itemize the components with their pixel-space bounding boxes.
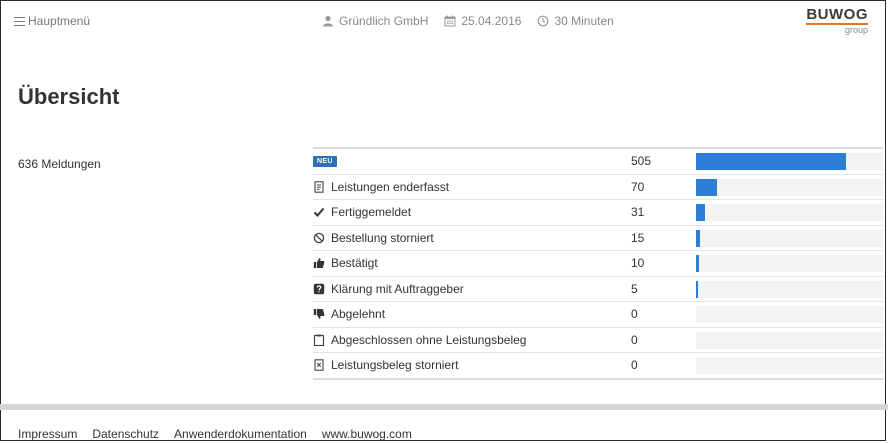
status-row[interactable]: NEU 505: [313, 149, 883, 175]
status-label-text: Leistungsbeleg storniert: [331, 358, 459, 373]
status-label-text: Abgelehnt: [331, 307, 386, 322]
status-row[interactable]: Bestätigt 10: [313, 251, 883, 277]
footer-link[interactable]: Datenschutz: [92, 427, 159, 441]
status-label: NEU: [313, 149, 337, 174]
status-label: Klärung mit Auftraggeber: [313, 277, 464, 302]
buwog-logo: BUWOG group: [806, 7, 868, 36]
thumbs-down-icon: [313, 308, 325, 320]
status-row[interactable]: Abgelehnt 0: [313, 302, 883, 328]
status-count: 15: [631, 230, 645, 245]
status-row[interactable]: Leistungsbeleg storniert 0: [313, 353, 883, 378]
status-count: 70: [631, 179, 645, 194]
footer-link[interactable]: Anwenderdokumentation: [174, 427, 307, 441]
status-bar-fill: [696, 280, 698, 298]
status-row[interactable]: Fertiggemeldet 31: [313, 200, 883, 226]
logo-brand: BUWOG: [806, 6, 868, 23]
new-badge: NEU: [313, 155, 337, 167]
status-label: Bestätigt: [313, 251, 378, 276]
status-bar-fill: [696, 255, 699, 272]
status-count: 0: [631, 358, 638, 373]
document-check-icon: [313, 181, 325, 193]
status-bar-fill: [696, 229, 700, 247]
main-menu-label: Hauptmenü: [28, 14, 91, 28]
status-row[interactable]: Abgeschlossen ohne Leistungsbeleg 0: [313, 328, 883, 353]
status-bar-fill: [696, 204, 706, 221]
session-info: Gründlich GmbH 25.04.2016 30 Minuten: [322, 14, 624, 28]
top-bar: Hauptmenü Gründlich GmbH 25.04.2016 30 M…: [0, 0, 888, 42]
status-bar-track: [696, 280, 883, 298]
user-icon: [323, 15, 333, 27]
message-count: 636 Meldungen: [18, 157, 101, 171]
status-count: 10: [631, 256, 645, 271]
status-bar-track: [696, 255, 883, 272]
clock-icon: [538, 15, 549, 27]
footer-divider: [0, 404, 888, 410]
status-count: 0: [631, 332, 638, 347]
status-bar-track: [696, 204, 883, 221]
status-label: Bestellung storniert: [313, 226, 434, 251]
main-menu-button[interactable]: Hauptmenü: [14, 14, 90, 28]
company-name: Gründlich GmbH: [339, 14, 429, 28]
status-table: NEU 505 Leistungen enderfasst 70 Fertiggemel…: [313, 147, 883, 380]
logo-subtitle: group: [844, 25, 868, 35]
ban-icon: [313, 232, 325, 244]
status-row[interactable]: Bestellung storniert 15: [313, 226, 883, 251]
status-bar-track: [696, 331, 883, 349]
status-label-text: Bestätigt: [331, 256, 378, 271]
status-bar-track: [696, 229, 883, 247]
session-duration: 30 Minuten: [554, 14, 614, 28]
status-bar-track: [696, 306, 883, 323]
checkmark-icon: [313, 206, 325, 218]
status-label-text: Bestellung storniert: [331, 230, 434, 245]
status-label-text: Leistungen enderfasst: [331, 179, 450, 194]
status-bar-track: [696, 178, 883, 196]
page-title: Übersicht: [18, 84, 120, 109]
question-icon: [313, 283, 325, 295]
status-row[interactable]: Klärung mit Auftraggeber 5: [313, 277, 883, 302]
footer-link[interactable]: Impressum: [18, 427, 77, 441]
status-count: 31: [631, 205, 645, 220]
status-row[interactable]: Leistungen enderfasst 70: [313, 175, 883, 200]
clipboard-icon: [313, 334, 325, 346]
status-bar-fill: [696, 178, 717, 196]
status-label-text: Klärung mit Auftraggeber: [331, 281, 464, 296]
status-count: 0: [631, 307, 638, 322]
status-label: Abgeschlossen ohne Leistungsbeleg: [313, 328, 526, 353]
footer-link[interactable]: www.buwog.com: [322, 427, 412, 441]
session-date: 25.04.2016: [461, 14, 522, 28]
status-bar-track: [696, 357, 883, 374]
hamburger-icon: [14, 16, 25, 26]
status-bar-track: [696, 153, 883, 170]
status-label: Fertiggemeldet: [313, 200, 411, 225]
document-x-icon: [313, 359, 325, 371]
status-bar-fill: [696, 153, 846, 170]
thumbs-up-icon: [313, 257, 325, 269]
status-label-text: Abgeschlossen ohne Leistungsbeleg: [331, 332, 527, 347]
status-label: Leistungsbeleg storniert: [313, 353, 458, 378]
status-label: Abgelehnt: [313, 302, 385, 327]
status-label: Leistungen enderfasst: [313, 175, 449, 200]
status-label-text: Fertiggemeldet: [331, 205, 412, 220]
footer-links: Impressum Datenschutz Anwenderdokumentatio…: [18, 427, 412, 441]
status-count: 505: [631, 154, 652, 169]
calendar-icon: [444, 15, 456, 27]
status-count: 5: [631, 281, 638, 296]
